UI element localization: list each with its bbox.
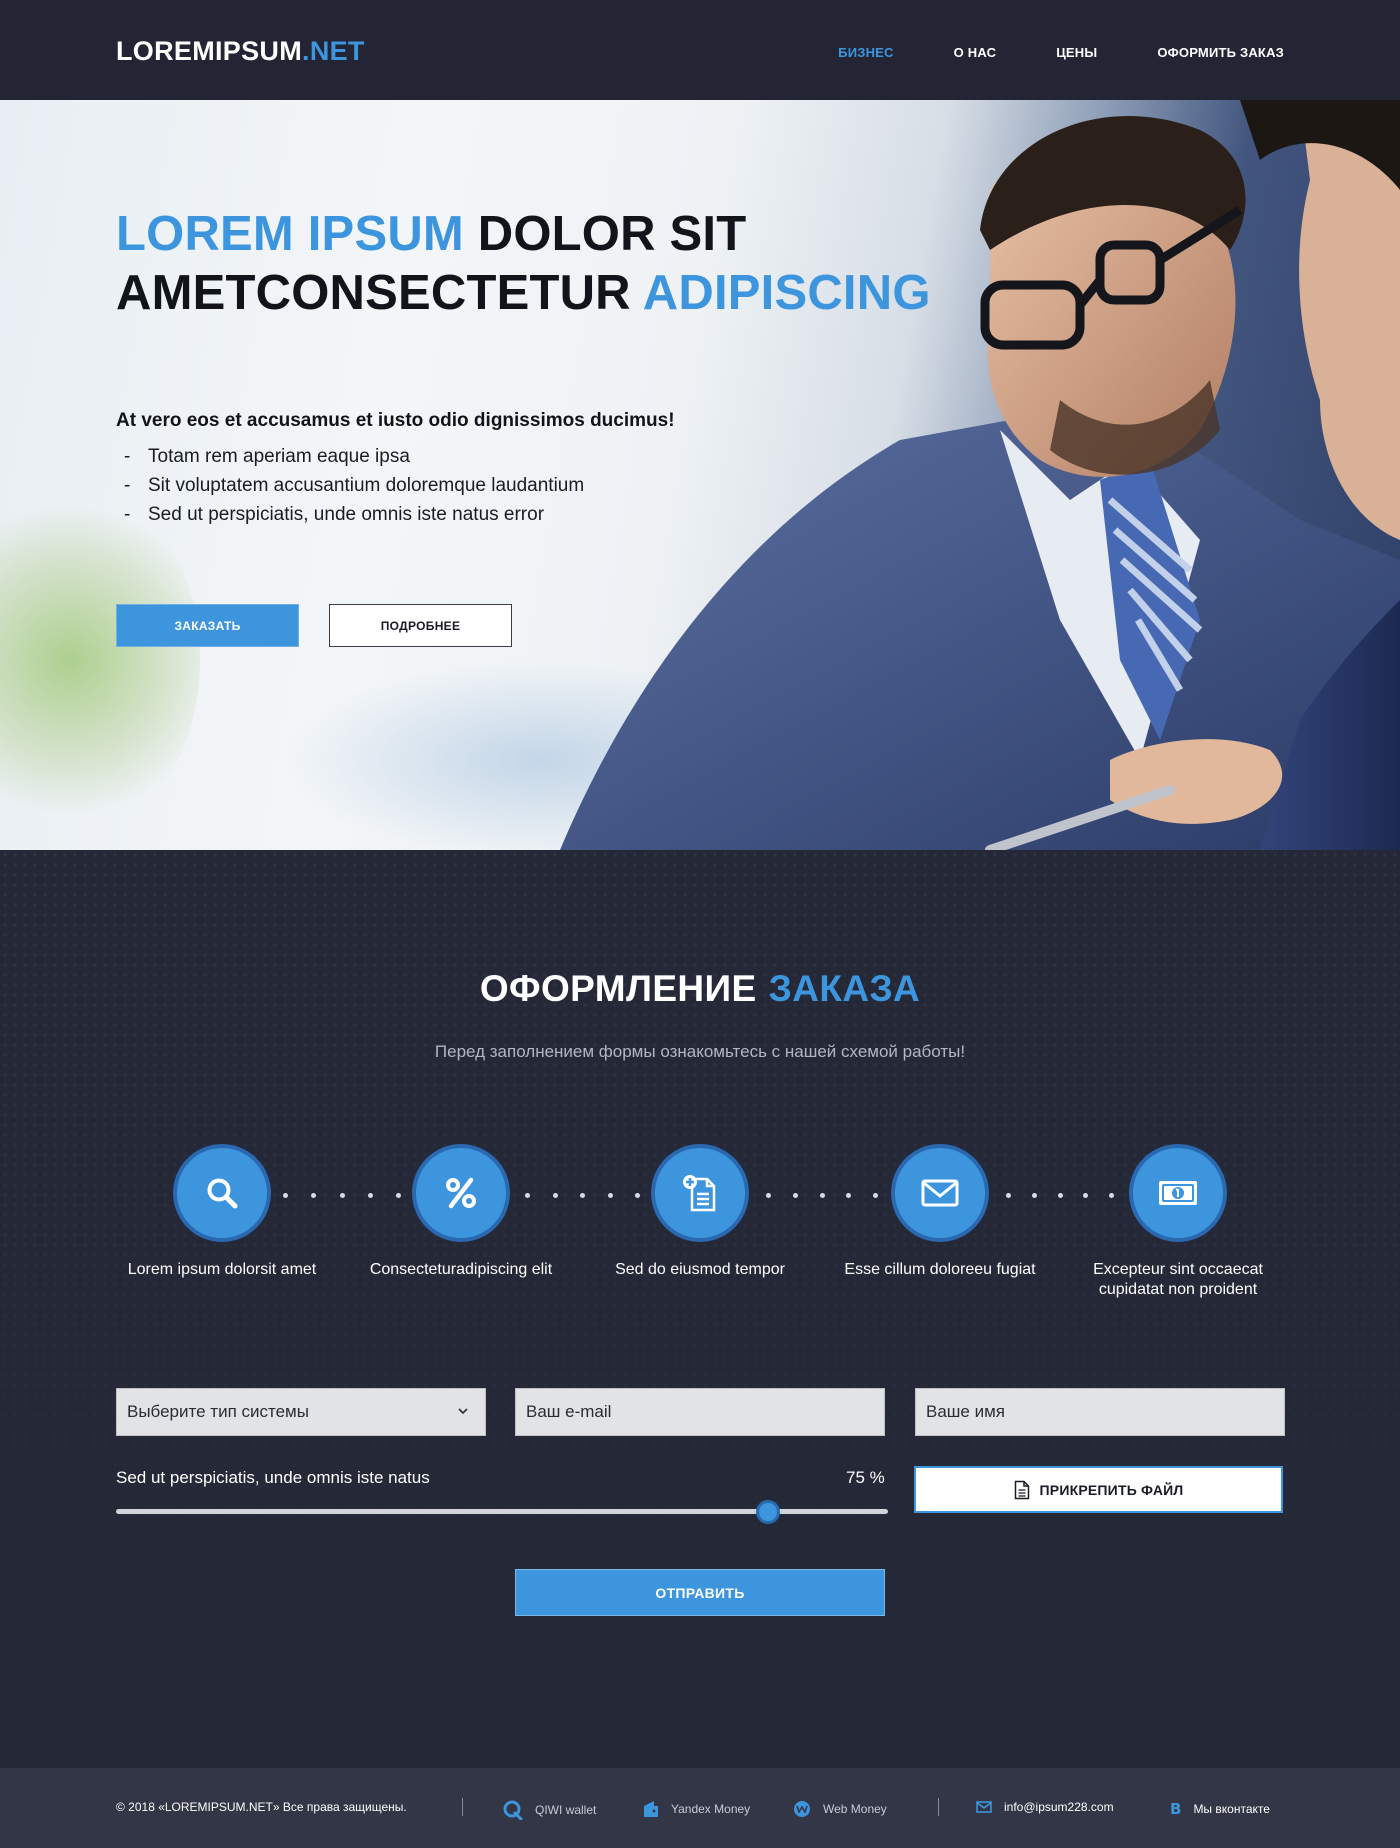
system-type-select[interactable]: Выберите тип системы — [116, 1388, 486, 1436]
step-circle — [651, 1144, 749, 1242]
step-connector — [525, 1193, 640, 1199]
hero-title-blue-2: ADIPISCING — [642, 266, 931, 320]
step-circle — [1129, 1144, 1227, 1242]
step-connector — [766, 1193, 878, 1199]
footer-vk-label: Мы вконтакте — [1193, 1802, 1270, 1816]
payment-qiwi-label: QIWI wallet — [535, 1803, 597, 1817]
step-circle — [891, 1144, 989, 1242]
payment-webmoney[interactable]: Web Money — [793, 1800, 887, 1818]
section-title-blue: ЗАКАЗА — [768, 968, 921, 1009]
chevron-down-icon — [458, 1408, 468, 1415]
footer-email: info@ipsum228.com — [1004, 1800, 1114, 1814]
section-subtitle: Перед заполнением формы ознакомьтесь с н… — [434, 1042, 966, 1061]
name-field[interactable]: Ваше имя — [915, 1388, 1285, 1436]
envelope-icon — [921, 1179, 959, 1207]
attach-file-button[interactable]: ПРИКРЕПИТЬ ФАЙЛ — [914, 1466, 1283, 1513]
slider-handle[interactable] — [756, 1500, 780, 1524]
nav-item-about[interactable]: О НАС — [954, 45, 997, 60]
step-label: Consecteturadipiscing elit — [369, 1261, 553, 1278]
payment-yandex[interactable]: Yandex Money — [643, 1800, 750, 1818]
document-icon — [1014, 1480, 1029, 1499]
system-type-value: Выберите тип системы — [127, 1402, 309, 1421]
site-logo[interactable]: LOREMIPSUM.NET — [116, 36, 365, 67]
email-field[interactable]: Ваш e-mail — [515, 1388, 885, 1436]
copyright: © 2018 «LOREMIPSUM.NET» Все права защище… — [116, 1800, 407, 1814]
hero-section: LOREM IPSUM DOLOR SIT AMETCONSECTETUR AD… — [0, 100, 1400, 850]
payment-yandex-label: Yandex Money — [671, 1802, 751, 1816]
hero-bullet-list: Totam rem aperiam eaque ipsa Sit volupta… — [116, 442, 584, 529]
site-footer: © 2018 «LOREMIPSUM.NET» Все права защище… — [0, 1768, 1400, 1848]
order-section: ОФОРМЛЕНИЕ ЗАКАЗА Перед заполнением формы… — [0, 850, 1400, 1768]
footer-divider — [938, 1798, 939, 1816]
logo-accent: .NET — [302, 36, 365, 66]
step-label: Excepteur sint occaecat cupidatat non pr… — [1093, 1261, 1263, 1298]
payment-webmoney-label: Web Money — [823, 1802, 887, 1816]
slider-value: 75 % — [846, 1468, 885, 1487]
hero-title-blue-1: LOREM IPSUM — [116, 207, 464, 261]
document-add-icon — [683, 1175, 716, 1212]
section-title-white: ОФОРМЛЕНИЕ — [479, 968, 757, 1009]
footer-divider — [462, 1798, 463, 1816]
hero-lead: At vero eos et accusamus et iusto odio d… — [116, 410, 675, 431]
section-title: ОФОРМЛЕНИЕ ЗАКАЗА — [0, 968, 1400, 1010]
banknote-icon — [1159, 1181, 1197, 1205]
step-label: Sed do eiusmod tempor — [615, 1261, 785, 1278]
step-label: Esse cillum doloreeu fugiat — [844, 1261, 1036, 1278]
nav-item-prices[interactable]: ЦЕНЫ — [1056, 45, 1097, 60]
hero-title-dark-1: DOLOR SIT — [477, 207, 747, 261]
nav-item-business[interactable]: БИЗНЕС — [838, 45, 893, 60]
more-button[interactable]: ПОДРОБНЕЕ — [329, 604, 512, 647]
yandex-money-icon — [644, 1801, 658, 1817]
hero-title-dark-2: AMETCONSECTETUR — [116, 266, 631, 320]
order-button[interactable]: ЗАКАЗАТЬ — [116, 604, 299, 647]
name-placeholder: Ваше имя — [926, 1402, 1005, 1421]
step-connector — [1006, 1193, 1114, 1199]
qiwi-icon — [503, 1800, 523, 1820]
submit-button[interactable]: ОТПРАВИТЬ — [515, 1569, 885, 1616]
step-circle — [173, 1144, 271, 1242]
percent-icon — [446, 1177, 476, 1209]
hero-bullet: Sed ut perspiciatis, unde omnis iste nat… — [116, 500, 584, 529]
site-header: LOREMIPSUM.NET БИЗНЕС О НАС ЦЕНЫ ОФОРМИТ… — [0, 0, 1400, 100]
logo-main: LOREMIPSUM — [116, 36, 303, 66]
search-icon — [207, 1178, 238, 1209]
slider-label: Sed ut perspiciatis, unde omnis iste nat… — [116, 1468, 430, 1487]
nav-item-order[interactable]: ОФОРМИТЬ ЗАКАЗ — [1157, 45, 1284, 60]
step-label: Lorem ipsum dolorsit amet — [127, 1261, 317, 1278]
hero-title: LOREM IPSUM DOLOR SIT AMETCONSECTETUR AD… — [116, 205, 931, 323]
footer-email-link[interactable]: info@ipsum228.com — [976, 1800, 1114, 1814]
step-circle — [412, 1144, 510, 1242]
email-placeholder: Ваш e-mail — [526, 1402, 612, 1421]
payment-qiwi[interactable]: QIWI wallet — [503, 1800, 596, 1820]
attach-file-label: ПРИКРЕПИТЬ ФАЙЛ — [1039, 1481, 1184, 1498]
footer-vk-link[interactable]: В Мы вконтакте — [1170, 1800, 1270, 1818]
envelope-icon — [976, 1801, 992, 1813]
step-connector — [283, 1193, 401, 1199]
hero-bullet: Totam rem aperiam eaque ipsa — [116, 442, 584, 471]
main-nav: БИЗНЕС О НАС ЦЕНЫ ОФОРМИТЬ ЗАКАЗ — [778, 45, 1284, 60]
webmoney-icon — [794, 1801, 810, 1817]
hero-bullet: Sit voluptatem accusantium doloremque la… — [116, 471, 584, 500]
vk-icon: В — [1170, 1800, 1182, 1818]
